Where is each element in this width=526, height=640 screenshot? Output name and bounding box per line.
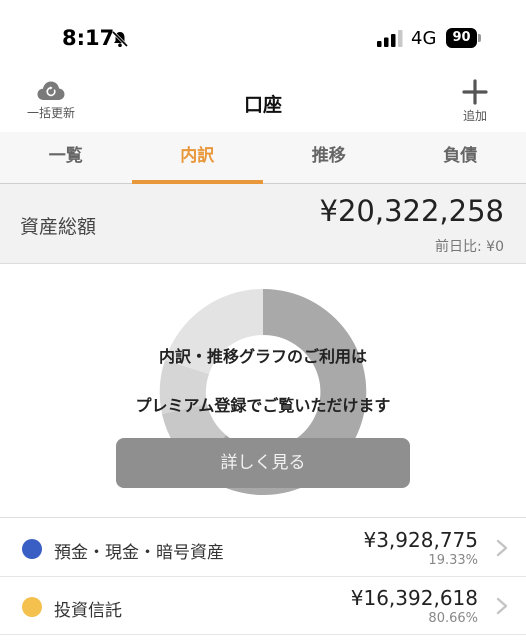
see-details-button[interactable]: 詳しく見る [116, 438, 410, 488]
asset-list: 預金・現金・暗号資産 ¥3,928,775 19.33% 投資信託 ¥16,39… [0, 519, 526, 635]
bell-off-icon [111, 30, 129, 48]
battery-icon: 90 [446, 28, 481, 48]
asset-color-dot [22, 539, 42, 559]
total-assets-section: 資産総額 ¥20,322,258 前日比: ¥0 [0, 184, 526, 264]
chevron-right-icon [496, 597, 508, 615]
tab-trend[interactable]: 推移 [263, 132, 395, 183]
total-assets-label: 資産総額 [20, 216, 97, 238]
asset-row-investment-trusts[interactable]: 投資信託 ¥16,392,618 80.66% [0, 577, 526, 635]
plus-icon [462, 79, 488, 105]
asset-name: 投資信託 [54, 601, 122, 621]
premium-message-line1: 内訳・推移グラフのご利用は [158, 347, 367, 366]
status-time: 8:17 [62, 26, 115, 50]
tab-liabilities[interactable]: 負債 [395, 132, 526, 183]
nav-header: 一括更新 口座 追加 [0, 70, 526, 132]
chevron-right-icon [496, 539, 508, 557]
add-account-button[interactable]: 追加 [450, 78, 500, 130]
breakdown-chart-area: 内訳・推移グラフのご利用は プレミアム登録でご覧いただけます 詳しく見る [0, 264, 526, 518]
tab-bar: 一覧 内訳 推移 負債 [0, 132, 526, 184]
battery-nub [478, 34, 481, 42]
asset-name: 預金・現金・暗号資産 [54, 543, 224, 563]
tab-list[interactable]: 一覧 [0, 132, 132, 183]
tab-breakdown[interactable]: 内訳 [131, 132, 264, 184]
asset-amount: ¥16,392,618 [350, 586, 478, 610]
premium-message-line2: プレミアム登録でご覧いただけます [135, 396, 391, 415]
asset-percent: 19.33% [428, 553, 478, 568]
status-bar: 8:17 4G 90 [0, 0, 526, 70]
battery-level: 90 [446, 28, 477, 48]
total-assets-value: ¥20,322,258 [319, 194, 505, 228]
asset-amount: ¥3,928,775 [363, 528, 478, 552]
asset-percent: 80.66% [428, 611, 478, 626]
page-title: 口座 [243, 94, 282, 116]
add-account-label: 追加 [462, 109, 487, 123]
asset-color-dot [22, 597, 42, 617]
network-type: 4G [411, 28, 437, 49]
signal-icon [377, 30, 403, 47]
asset-row-deposits[interactable]: 預金・現金・暗号資産 ¥3,928,775 19.33% [0, 519, 526, 577]
day-over-day-change: 前日比: ¥0 [435, 239, 504, 255]
